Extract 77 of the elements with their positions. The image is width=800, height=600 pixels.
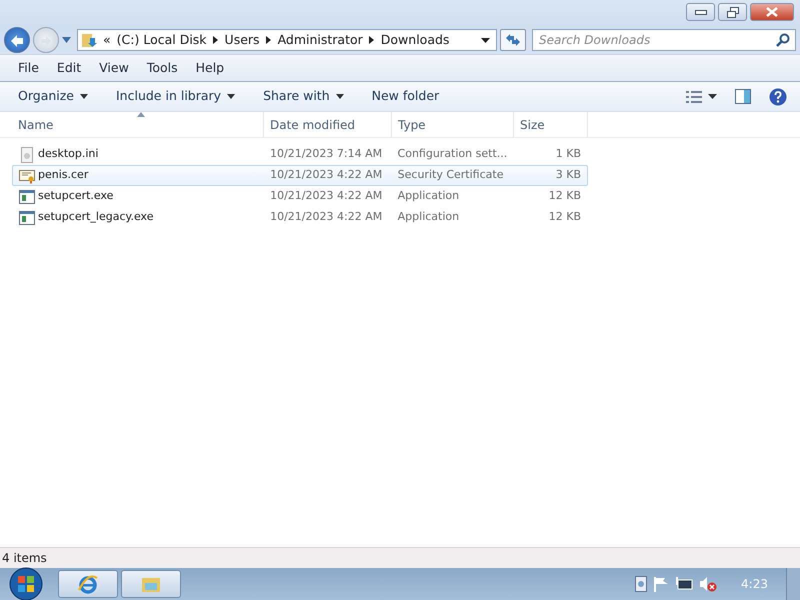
document-tray-icon[interactable] [635, 576, 648, 592]
certificate-icon [19, 168, 35, 184]
browser-taskbar-button[interactable] [58, 570, 118, 598]
date-cell-text: 10/21/2023 4:22 AM [269, 188, 384, 204]
file-name: penis.cer [38, 167, 88, 184]
dropdown-caret-icon[interactable] [708, 94, 717, 99]
back-button[interactable] [4, 27, 30, 53]
size-cell-text: 12 KB [548, 209, 582, 226]
application-icon [19, 210, 35, 226]
refresh-button[interactable] [500, 29, 526, 51]
breadcrumb-arrow-icon[interactable] [266, 36, 272, 44]
explorer-taskbar-button[interactable] [121, 570, 181, 598]
size-cell-text: 3 KB [554, 167, 582, 184]
settings-file-icon [19, 146, 35, 162]
breadcrumb-item[interactable]: Users [222, 30, 263, 50]
menu-item[interactable]: Tools [140, 58, 184, 78]
date-cell-text: 10/21/2023 7:14 AM [269, 146, 384, 162]
restore-button[interactable] [718, 3, 747, 21]
forward-arrow-icon [39, 34, 53, 47]
date-cell-text: 10/21/2023 4:22 AM [269, 167, 384, 184]
toolbar-button[interactable]: Organize [10, 85, 96, 108]
type-cell-text: Configuration sett... [396, 146, 508, 162]
minimize-icon [694, 10, 706, 14]
type-cell-text: Application [396, 188, 460, 204]
file-name: setupcert.exe [38, 188, 114, 204]
breadcrumb-arrow-icon[interactable] [368, 36, 375, 44]
column-header[interactable]: Type [392, 112, 514, 138]
file-row[interactable]: desktop.ini 10/21/2023 7:14 AM Configuration sett... 1 KB [12, 144, 588, 165]
toolbar-button[interactable]: New folder [364, 85, 448, 108]
dropdown-caret-icon [227, 94, 236, 99]
dropdown-caret-icon[interactable] [481, 38, 490, 42]
toolbar-button[interactable]: Include in library [108, 85, 244, 108]
folder-icon [141, 576, 161, 592]
minimize-button[interactable] [686, 3, 715, 21]
size-cell-text: 1 KB [554, 146, 582, 162]
column-header[interactable]: Date modified [264, 112, 392, 138]
breadcrumb-item[interactable]: (C:) Local Disk [114, 30, 210, 50]
preview-pane-icon[interactable] [735, 89, 751, 104]
search-field[interactable]: Search Downloads [532, 29, 796, 51]
column-header[interactable]: Size [514, 112, 588, 138]
type-cell-text: Security Certificate [396, 167, 504, 184]
restore-icon [726, 6, 738, 18]
menu-item[interactable]: Edit [50, 58, 88, 78]
help-icon[interactable] [769, 88, 787, 106]
breadcrumb-arrow-icon[interactable] [212, 36, 219, 44]
breadcrumb-item[interactable]: Administrator [274, 30, 366, 50]
muted-speaker-icon[interactable] [699, 576, 718, 592]
file-name: setupcert_legacy.exe [38, 209, 154, 226]
refresh-arrows-icon [505, 33, 521, 47]
item-count: 4 items [2, 550, 47, 567]
view-options-icon[interactable] [686, 90, 702, 104]
file-row[interactable]: penis.cer 10/21/2023 4:22 AM Security Certificate 3 KB [12, 165, 588, 186]
search-icon [776, 33, 790, 47]
file-name: desktop.ini [38, 146, 98, 162]
history-dropdown-icon[interactable] [62, 37, 71, 43]
menu-item[interactable]: View [93, 58, 135, 78]
type-cell-text: Application [396, 209, 460, 226]
back-arrow-icon [9, 34, 25, 48]
date-cell-text: 10/21/2023 4:22 AM [269, 209, 384, 226]
file-row[interactable]: setupcert_legacy.exe 10/21/2023 4:22 AM Application 12 KB [12, 207, 588, 228]
dropdown-caret-icon [336, 94, 344, 99]
file-row[interactable]: setupcert.exe 10/21/2023 4:22 AM Application 12 KB [12, 186, 588, 207]
breadcrumb-item[interactable]: Downloads [378, 30, 452, 50]
application-icon [19, 188, 35, 204]
overflow-chevron[interactable]: « [100, 30, 114, 50]
address-bar[interactable]: « (C:) Local Disk Users Administrator Downloads [77, 29, 497, 51]
sort-arrow-icon [137, 112, 145, 117]
menu-item[interactable]: File [12, 58, 45, 78]
menu-item[interactable]: Help [190, 58, 230, 78]
folder-icon [81, 32, 97, 48]
browser-e-icon [78, 574, 98, 594]
close-icon [766, 7, 778, 17]
network-icon[interactable] [675, 576, 694, 592]
toolbar-button[interactable]: Share with [255, 85, 352, 108]
dropdown-caret-icon [80, 94, 88, 99]
close-button[interactable] [750, 3, 794, 21]
size-cell-text: 12 KB [548, 188, 582, 204]
